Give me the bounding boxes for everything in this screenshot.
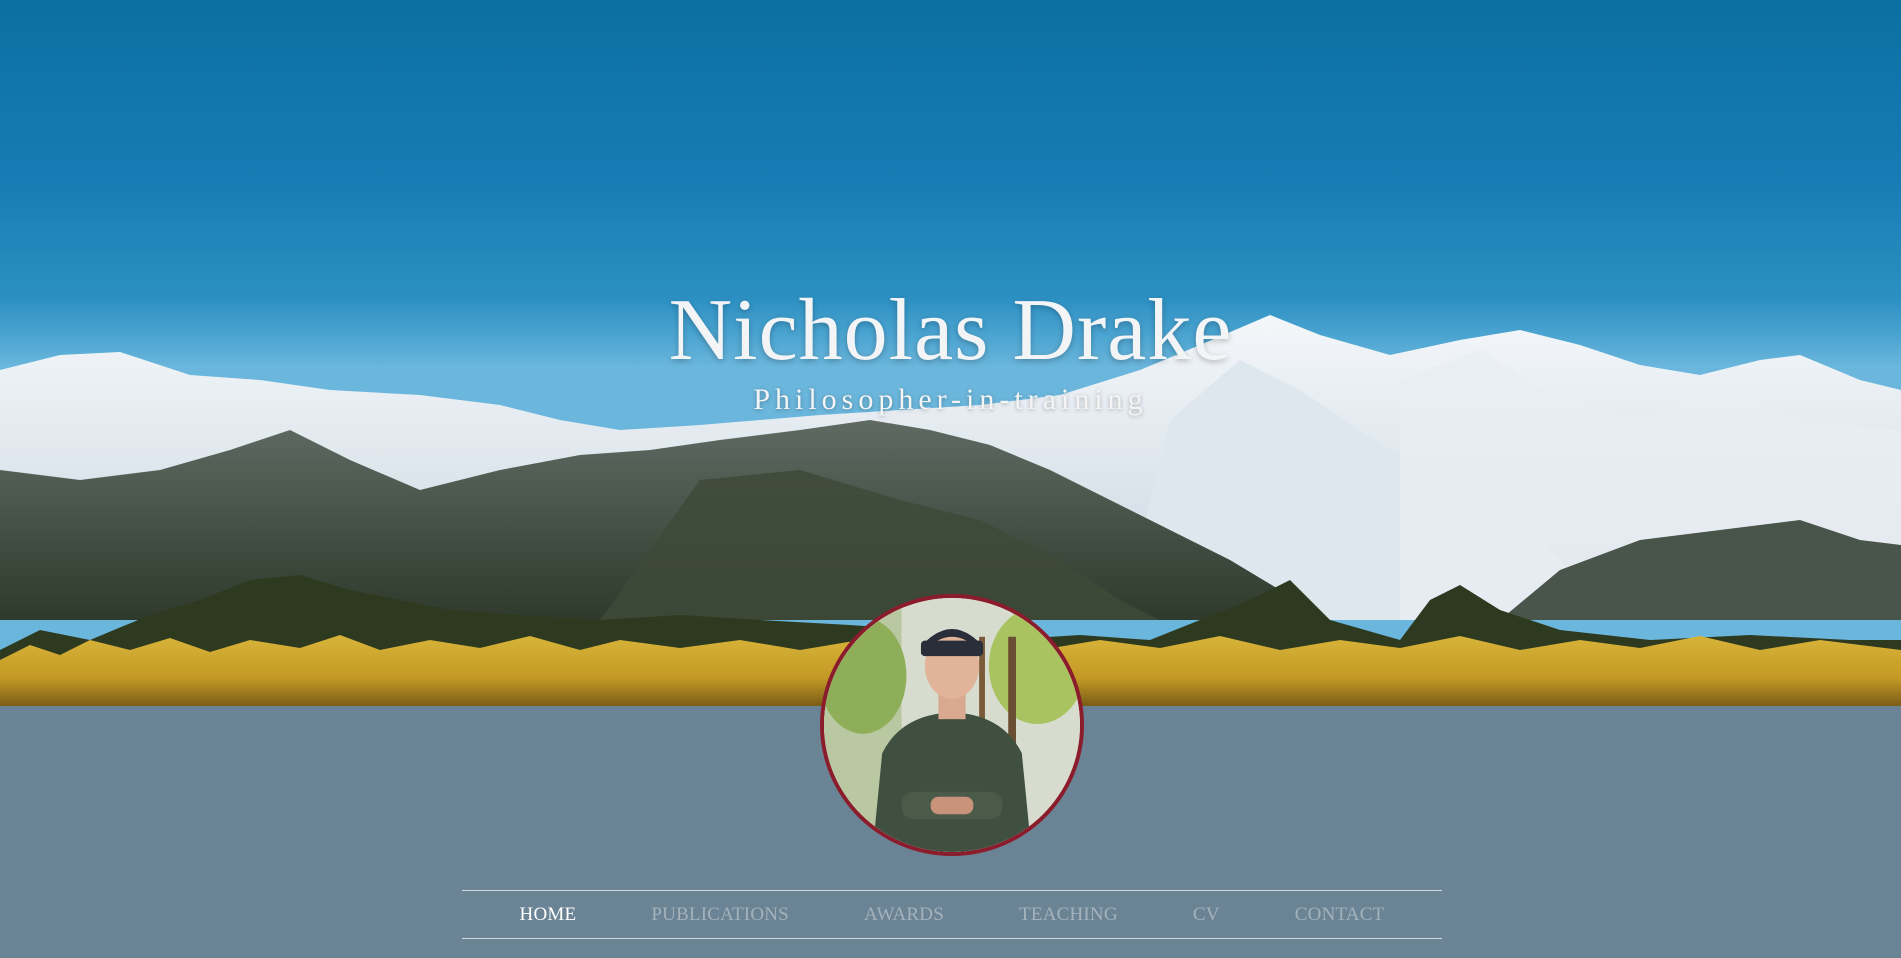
nav-teaching[interactable]: TEACHING [1019,904,1118,926]
nav-cv[interactable]: CV [1193,904,1220,926]
site-title: Nicholas Drake [668,282,1233,379]
nav-contact[interactable]: CONTACT [1295,904,1385,926]
nav-home[interactable]: HOME [520,904,577,926]
profile-portrait-image [824,598,1080,852]
main-navigation: HOME PUBLICATIONS AWARDS TEACHING CV CON… [462,890,1442,939]
nav-publications[interactable]: PUBLICATIONS [651,904,789,926]
profile-photo [820,594,1084,856]
nav-awards[interactable]: AWARDS [864,904,944,926]
site-tagline: Philosopher-in-training [753,383,1148,416]
